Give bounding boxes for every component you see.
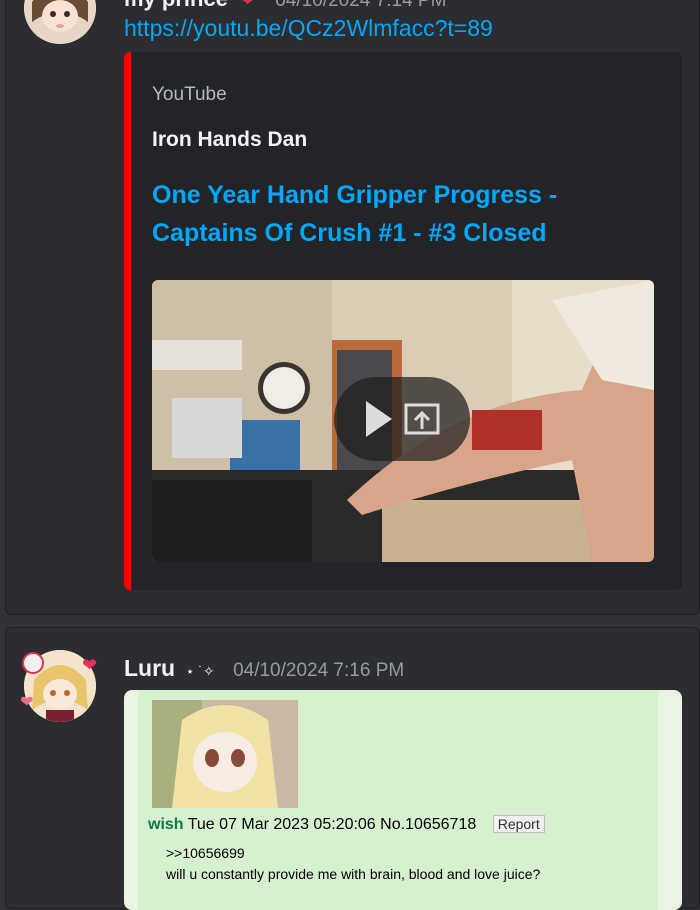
heart-decoration-icon: ❤ bbox=[20, 694, 34, 711]
play-icon[interactable] bbox=[364, 399, 394, 444]
author-name[interactable]: my prince bbox=[124, 0, 228, 11]
post-number: No.10656718 bbox=[380, 816, 477, 833]
post-header: wish Tue 07 Mar 2023 05:20:06 No.1065671… bbox=[148, 815, 545, 834]
timestamp: 04/10/2024 7:14 PM bbox=[275, 0, 447, 11]
embed-author[interactable]: Iron Hands Dan bbox=[152, 128, 307, 152]
face-decoration-icon bbox=[22, 652, 44, 674]
poster-name: wish bbox=[148, 816, 184, 833]
sparkle-icon: ⋆ ˙✧ bbox=[185, 663, 215, 679]
report-button: Report bbox=[492, 815, 545, 833]
forum-post: wish Tue 07 Mar 2023 05:20:06 No.1065671… bbox=[138, 690, 658, 910]
timestamp: 04/10/2024 7:16 PM bbox=[233, 660, 405, 681]
post-text: will u constantly provide me with brain,… bbox=[166, 866, 541, 882]
youtube-link[interactable]: https://youtu.be/QCz2Wlmfacc?t=89 bbox=[124, 15, 493, 42]
post-image bbox=[152, 700, 298, 808]
youtube-embed: YouTube Iron Hands Dan One Year Hand Gri… bbox=[124, 52, 682, 590]
heart-icon: ❤ bbox=[240, 0, 256, 10]
video-thumbnail[interactable] bbox=[152, 280, 654, 562]
embed-title[interactable]: One Year Hand Gripper Progress - Captain… bbox=[152, 176, 612, 252]
heart-decoration-icon: ❤ bbox=[82, 655, 98, 675]
message-author[interactable]: my prince ❤ 04/10/2024 7:14 PM bbox=[124, 0, 446, 12]
play-controls[interactable] bbox=[334, 377, 470, 461]
embed-provider[interactable]: YouTube bbox=[152, 84, 227, 106]
message-author[interactable]: Luru ⋆ ˙✧ 04/10/2024 7:16 PM bbox=[124, 655, 404, 682]
open-external-icon[interactable] bbox=[404, 403, 440, 440]
image-attachment[interactable]: wish Tue 07 Mar 2023 05:20:06 No.1065671… bbox=[124, 690, 682, 910]
author-name[interactable]: Luru bbox=[124, 655, 175, 681]
post-datetime: Tue 07 Mar 2023 05:20:06 bbox=[187, 816, 376, 833]
embed-accent-bar bbox=[124, 52, 131, 590]
post-quote-link: >>10656699 bbox=[166, 845, 245, 861]
